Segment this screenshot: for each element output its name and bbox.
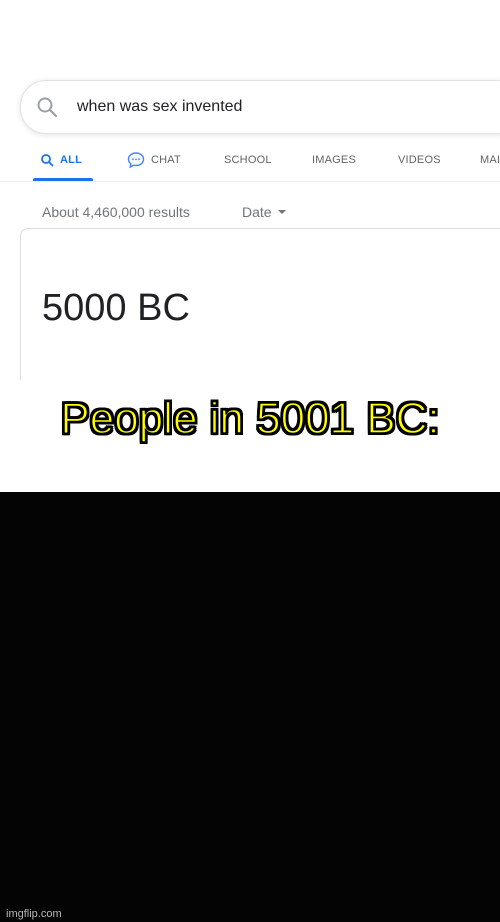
meme-caption-area: People in 5001 BC: — [0, 380, 500, 492]
tab-images[interactable]: IMAGES — [312, 150, 356, 170]
tab-label: IMAGES — [312, 154, 356, 166]
search-input[interactable]: when was sex invented — [77, 96, 477, 118]
search-icon — [41, 154, 54, 167]
results-count: About 4,460,000 results — [42, 204, 190, 220]
date-filter-label: Date — [242, 204, 272, 220]
meme-caption: People in 5001 BC: — [60, 393, 441, 444]
search-results-screenshot: when was sex invented ALL CHAT SCHOOL IM… — [0, 0, 500, 380]
search-icon — [35, 95, 59, 119]
search-bar[interactable]: when was sex invented — [20, 80, 500, 134]
tab-label: MAI — [480, 154, 500, 166]
chat-icon — [127, 152, 145, 169]
tab-videos[interactable]: VIDEOS — [398, 150, 441, 170]
tab-maps[interactable]: MAI — [480, 150, 500, 170]
answer-card: 5000 BC — [20, 228, 500, 380]
tab-label: VIDEOS — [398, 154, 441, 166]
watermark: imgflip.com — [6, 908, 62, 920]
tab-label: CHAT — [151, 154, 181, 166]
tab-all[interactable]: ALL — [40, 150, 82, 170]
tab-school[interactable]: SCHOOL — [224, 150, 272, 170]
tab-label: SCHOOL — [224, 154, 272, 166]
date-filter[interactable]: Date — [242, 204, 286, 220]
caret-down-icon — [277, 210, 286, 214]
tab-label: ALL — [60, 154, 82, 166]
tab-chat[interactable]: CHAT — [127, 150, 181, 170]
black-image-panel: imgflip.com — [0, 492, 500, 922]
search-tabs: ALL CHAT SCHOOL IMAGES VIDEOS MAI — [0, 140, 500, 182]
tabs-divider — [0, 181, 500, 182]
answer-text: 5000 BC — [42, 287, 190, 329]
